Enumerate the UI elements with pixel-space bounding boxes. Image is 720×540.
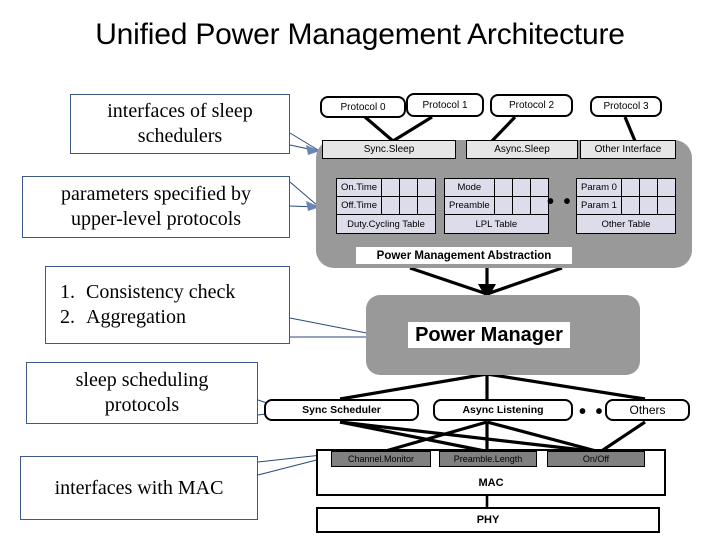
- interface-sync-sleep[interactable]: Sync.Sleep: [322, 140, 456, 159]
- table-row: Param 1: [576, 196, 676, 215]
- table-cell-empty: [493, 178, 513, 197]
- interface-other[interactable]: Other Interface: [580, 140, 676, 159]
- callout-sleep-scheduling-protocols: sleep scheduling protocols: [26, 362, 258, 424]
- callout-consistency-aggregation: 1. Consistency check 2. Aggregation: [45, 266, 290, 344]
- protocol-0-label: Protocol 0: [340, 101, 386, 113]
- table-cell-empty: [620, 178, 640, 197]
- mac-layer-label: MAC: [478, 477, 504, 489]
- scheduler-async[interactable]: Async Listening: [433, 399, 573, 421]
- table-footer-row: Duty.Cycling Table: [335, 214, 437, 234]
- interface-other-label: Other Interface: [594, 144, 662, 155]
- table-cell-label: Mode: [444, 178, 495, 197]
- callout-line-1: sleep scheduling: [75, 369, 209, 392]
- list-item: 1. Consistency check: [60, 280, 235, 305]
- list-item-label: Aggregation: [86, 306, 186, 328]
- table-cell-empty: [656, 196, 676, 215]
- callout-interfaces-of-sleep-schedulers: interfaces of sleep schedulers: [70, 94, 290, 154]
- callout-line-2: schedulers: [137, 125, 223, 147]
- callout-line-2: upper-level protocols: [70, 208, 242, 230]
- table-row: Mode: [444, 178, 549, 197]
- table-cell-label: Preamble: [444, 196, 495, 215]
- mac-sublayer-on-off[interactable]: On/Off: [547, 451, 645, 467]
- slide-canvas: Unified Power Management Architecture in…: [0, 0, 720, 540]
- callout-line-2: protocols: [104, 394, 180, 416]
- table-row: Param 0: [576, 178, 676, 197]
- mac-sublayer-channel-monitor[interactable]: Channel.Monitor: [331, 451, 431, 467]
- scheduler-to-mac-connectors: [339, 420, 646, 454]
- scheduler-sync[interactable]: Sync Scheduler: [264, 399, 419, 421]
- table-footer-label: Other Table: [576, 214, 676, 234]
- power-manager-label: Power Manager: [408, 322, 570, 348]
- list-item: 2. Aggregation: [60, 305, 235, 330]
- protocol-2-box[interactable]: Protocol 2: [490, 94, 573, 117]
- mac-sublayer-on-off-label: On/Off: [582, 454, 610, 464]
- phy-layer-box: PHY: [316, 507, 660, 533]
- other-table[interactable]: Param 0 Param 1 Other Table: [576, 178, 676, 234]
- table-cell-label: Param 1: [576, 196, 622, 215]
- table-row: Preamble: [444, 196, 549, 215]
- callout-parameters-specified: parameters specified by upper-level prot…: [22, 176, 290, 238]
- table-cell-empty: [381, 178, 401, 197]
- protocol-to-interface-connectors: [363, 115, 637, 143]
- table-cell-empty: [529, 196, 549, 215]
- table-cell-empty: [381, 196, 401, 215]
- table-footer-label: Duty.Cycling Table: [335, 214, 437, 234]
- protocol-1-box[interactable]: Protocol 1: [406, 93, 484, 117]
- lpl-table[interactable]: Mode Preamble LPL Table: [444, 178, 549, 234]
- callout-interfaces-with-mac: interfaces with MAC: [20, 456, 258, 520]
- manager-to-scheduler-connectors: [339, 372, 646, 401]
- abstraction-to-manager-connectors: [409, 266, 563, 296]
- interface-sync-sleep-label: Sync.Sleep: [363, 144, 415, 155]
- table-cell-empty: [493, 196, 513, 215]
- table-cell-empty: [511, 196, 531, 215]
- table-cell-label: Off.Time: [335, 196, 383, 215]
- table-cell-empty: [399, 196, 419, 215]
- list-item-label: Consistency check: [86, 281, 236, 304]
- table-cell-empty: [511, 178, 531, 197]
- power-management-abstraction-label: Power Management Abstraction: [356, 247, 572, 264]
- table-cell-empty: [417, 196, 437, 215]
- table-cell-empty: [638, 178, 658, 197]
- table-cell-empty: [620, 196, 640, 215]
- list-item-number: 1.: [60, 281, 75, 304]
- table-row: Off.Time: [335, 196, 437, 215]
- page-title: Unified Power Management Architecture: [95, 18, 625, 51]
- scheduler-async-label: Async Listening: [462, 404, 544, 416]
- scheduler-sync-label: Sync Scheduler: [302, 404, 381, 416]
- table-footer-row: Other Table: [576, 214, 676, 234]
- callout-line-1: interfaces of sleep: [107, 100, 253, 123]
- interface-async-sleep-label: Async.Sleep: [494, 144, 550, 155]
- callout-line-1: interfaces with MAC: [54, 476, 224, 499]
- table-footer-label: LPL Table: [444, 214, 549, 234]
- table-cell-empty: [529, 178, 549, 197]
- scheduler-others[interactable]: Others: [605, 399, 690, 421]
- mac-sublayer-channel-monitor-label: Channel.Monitor: [347, 454, 415, 464]
- scheduler-others-label: Others: [629, 403, 666, 417]
- protocol-2-label: Protocol 2: [508, 100, 555, 111]
- callout-line-1: parameters specified by: [61, 183, 251, 206]
- table-cell-empty: [417, 178, 437, 197]
- phy-layer-label: PHY: [476, 514, 500, 526]
- table-row: On.Time: [335, 178, 437, 197]
- table-cell-empty: [399, 178, 419, 197]
- protocol-0-box[interactable]: Protocol 0: [320, 96, 406, 118]
- table-cell-empty: [656, 178, 676, 197]
- list-item-number: 2.: [60, 306, 75, 328]
- mac-sublayer-preamble-length-label: Preamble.Length: [453, 454, 523, 464]
- protocol-3-box[interactable]: Protocol 3: [590, 96, 662, 117]
- table-cell-label: On.Time: [335, 178, 383, 197]
- protocol-1-label: Protocol 1: [422, 99, 468, 111]
- table-footer-row: LPL Table: [444, 214, 549, 234]
- interface-async-sleep[interactable]: Async.Sleep: [466, 140, 578, 159]
- dutycycling-table[interactable]: On.Time Off.Time Duty.Cycling Table: [335, 178, 437, 234]
- callout-numbered-list: 1. Consistency check 2. Aggregation: [60, 280, 235, 330]
- mac-sublayer-preamble-length[interactable]: Preamble.Length: [439, 451, 537, 467]
- protocol-3-label: Protocol 3: [603, 101, 649, 112]
- table-cell-label: Param 0: [576, 178, 622, 197]
- table-cell-empty: [638, 196, 658, 215]
